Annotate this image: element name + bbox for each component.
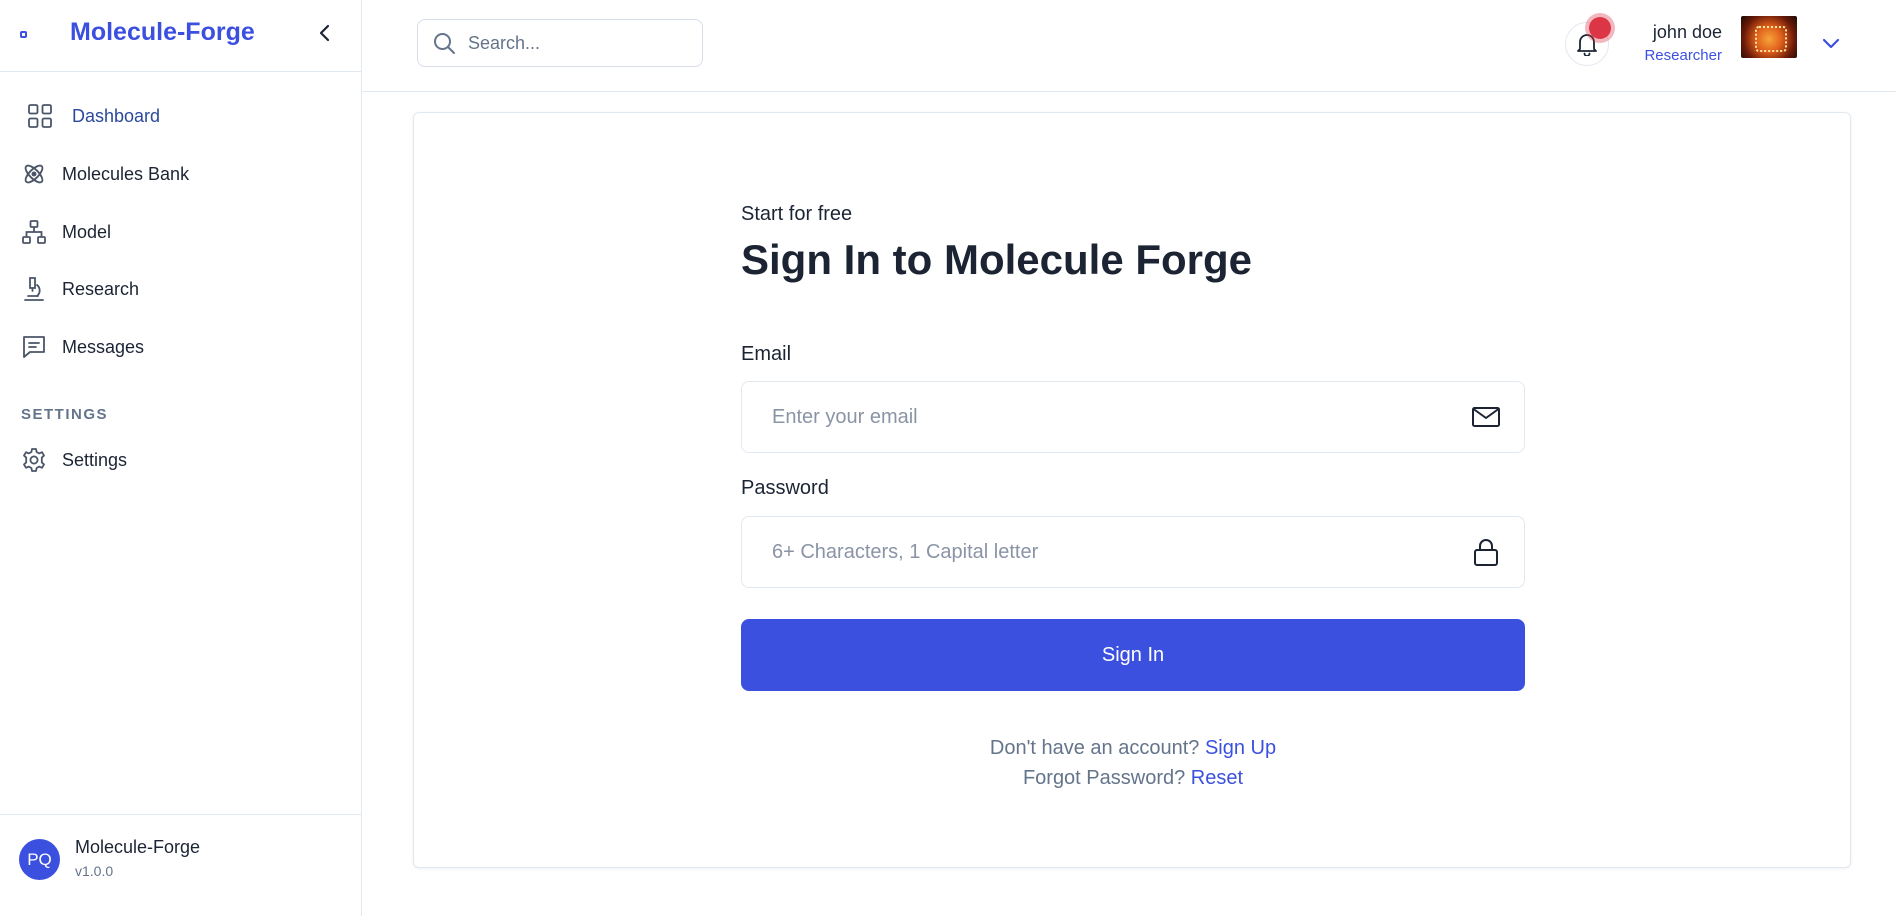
footer-version: v1.0.0 <box>75 863 114 879</box>
password-label: Password <box>741 477 829 499</box>
sidebar-footer: PQ Molecule-Forge v1.0.0 <box>0 814 361 916</box>
grid-icon <box>26 102 54 130</box>
sidebar-item-dashboard[interactable]: Dashboard <box>20 96 340 136</box>
sidebar-item-label: Dashboard <box>72 105 161 126</box>
email-field[interactable] <box>741 381 1525 453</box>
sidebar-item-model[interactable]: Model <box>20 212 340 252</box>
search-box[interactable] <box>417 19 703 67</box>
user-role: Researcher <box>1644 47 1722 64</box>
password-field[interactable] <box>741 516 1525 588</box>
app-root: Molecule-Forge Dashboard Molecules Bank <box>0 0 1896 916</box>
brand-logo-icon <box>20 31 27 38</box>
microscope-icon <box>20 275 48 303</box>
gear-icon <box>20 446 48 474</box>
search-input[interactable] <box>468 32 688 54</box>
footer-app-name: Molecule-Forge <box>75 837 201 857</box>
sidebar-item-label: Messages <box>62 336 145 357</box>
hierarchy-icon <box>20 218 48 246</box>
mail-icon <box>1470 401 1502 433</box>
signup-link[interactable]: Sign Up <box>1205 737 1276 759</box>
top-header: john doe Researcher <box>362 0 1896 92</box>
forgot-password-text: Forgot Password? <box>1022 767 1186 789</box>
email-input[interactable] <box>772 405 1470 429</box>
sidebar-item-messages[interactable]: Messages <box>20 327 340 367</box>
sidebar-item-label: Settings <box>62 449 128 470</box>
signup-prompt: Don't have an account? Sign Up <box>741 737 1525 760</box>
password-input[interactable] <box>772 540 1470 564</box>
brand-row: Molecule-Forge <box>0 0 361 72</box>
email-label: Email <box>741 343 792 365</box>
signin-button[interactable]: Sign In <box>741 619 1525 691</box>
lock-icon <box>1470 536 1502 568</box>
user-name[interactable]: john doe <box>1653 22 1722 43</box>
chevron-left-icon <box>319 24 330 42</box>
sidebar-item-label: Model <box>62 221 112 242</box>
avatar[interactable]: PQ <box>19 839 60 880</box>
signin-card: Start for free Sign In to Molecule Forge… <box>413 112 1851 868</box>
message-icon <box>20 333 48 361</box>
notification-badge <box>1589 17 1611 39</box>
sidebar-item-label: Molecules Bank <box>62 163 190 184</box>
search-icon <box>434 33 455 54</box>
sidebar-item-molecules-bank[interactable]: Molecules Bank <box>20 154 340 194</box>
reset-link[interactable]: Reset <box>1191 767 1243 789</box>
brand-name[interactable]: Molecule-Forge <box>70 18 255 47</box>
reset-prompt: Forgot Password? Reset <box>741 767 1525 790</box>
user-avatar[interactable] <box>1741 16 1797 58</box>
signin-subtitle: Start for free <box>741 203 853 225</box>
settings-heading: SETTINGS <box>21 406 109 423</box>
collapse-sidebar-button[interactable] <box>314 20 336 46</box>
signin-form: Start for free Sign In to Molecule Forge… <box>741 203 1525 789</box>
no-account-text: Don't have an account? <box>989 737 1200 759</box>
chevron-down-icon <box>1822 38 1840 49</box>
signin-title: Sign In to Molecule Forge <box>741 236 1253 283</box>
sidebar-item-research[interactable]: Research <box>20 269 340 309</box>
sidebar-item-settings[interactable]: Settings <box>20 440 340 480</box>
user-menu-toggle[interactable] <box>1820 32 1842 54</box>
atom-icon <box>20 160 48 188</box>
sidebar-item-label: Research <box>62 278 140 299</box>
sidebar: Molecule-Forge Dashboard Molecules Bank <box>0 0 362 916</box>
